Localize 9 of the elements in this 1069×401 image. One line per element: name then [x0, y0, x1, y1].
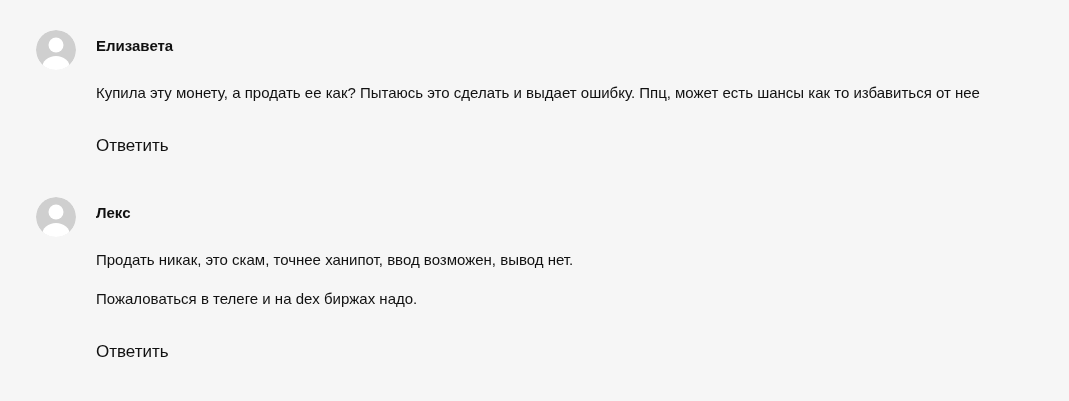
- comment-text: Купила эту монету, а продать ее как? Пытаюсь это сделать и выдает ошибку. Ппц, может есть шансы как то избавиться от нее: [96, 83, 981, 103]
- comment-text: Пожаловаться в телеге и на dex биржах надо.: [96, 289, 419, 309]
- author-name: Лекс: [96, 204, 131, 221]
- comment-text: Продать никак, это скам, точнее ханипот, ввод возможен, вывод нет.: [96, 250, 575, 270]
- avatar-icon: [36, 30, 76, 70]
- author-name: Елизавета: [96, 37, 174, 54]
- avatar-icon: [36, 197, 76, 237]
- reply-link[interactable]: Ответить: [96, 135, 169, 157]
- reply-link[interactable]: Ответить: [96, 341, 169, 363]
